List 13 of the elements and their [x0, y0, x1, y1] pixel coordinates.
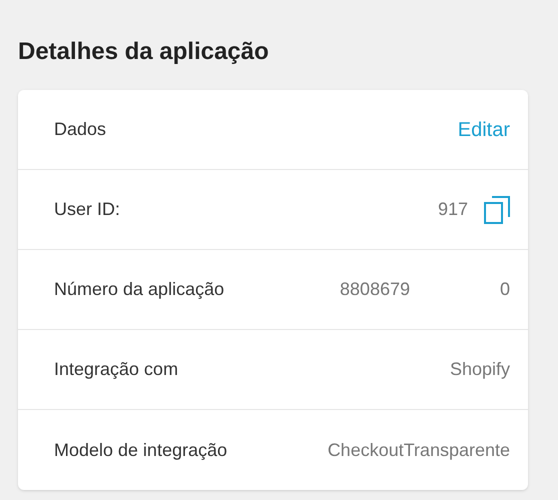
section-title: Detalhes da aplicação [18, 37, 270, 67]
field-label: User ID: [54, 198, 120, 221]
field-label: Integração com [54, 358, 178, 381]
field-value: 917 [438, 198, 468, 221]
field-label: Modelo de integração [54, 438, 228, 462]
field-label: Número da aplicação [54, 278, 224, 301]
field-value: Shopify [450, 358, 510, 381]
edit-link[interactable]: Editar [458, 114, 510, 144]
field-label: Dados [54, 118, 106, 141]
field-value: CheckoutTransparente [328, 438, 510, 462]
field-value: 8808679 [340, 278, 410, 301]
field-value: 0 [500, 278, 510, 301]
copy-icon[interactable] [484, 196, 510, 224]
